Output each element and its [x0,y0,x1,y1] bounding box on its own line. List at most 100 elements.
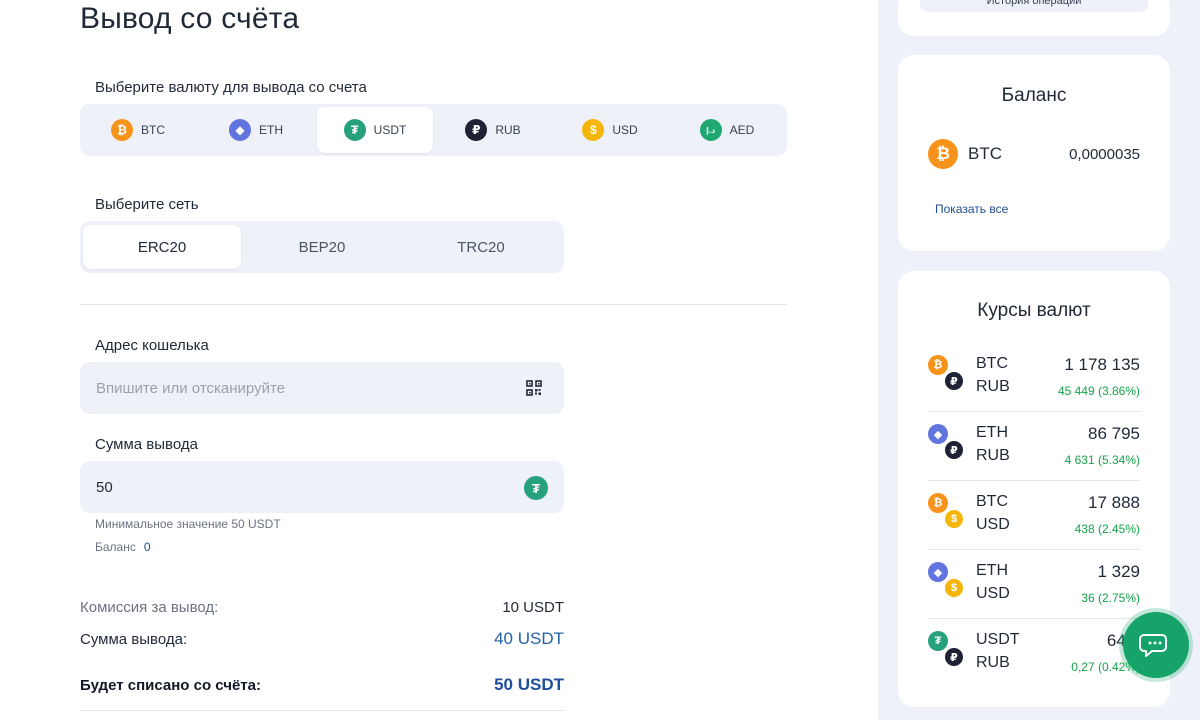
pair-quote: USD [976,585,1010,602]
network-option-trc20[interactable]: TRC20 [402,225,560,269]
pair-names: BTC USD [976,490,1010,536]
pair-base: ETH [976,424,1008,441]
currency-option-eth[interactable]: ◆ ETH [198,107,314,153]
rate-change: 36 (2.75%) [1081,591,1140,605]
ruble-icon: ₽ [944,647,964,667]
pair-quote: RUB [976,447,1010,464]
rate-row-eth-usd: ◆ $ ETH USD 1 329 36 (2.75%) [928,550,1140,619]
currency-option-label: USD [612,123,638,137]
total-row: Будет списано со счёта: 50 USDT [80,675,564,695]
ethereum-icon: ◆ [928,424,948,444]
page-title: Вывод со счёта [80,2,300,35]
bitcoin-icon: ₿ [111,119,133,141]
currency-pair-icons: ◆ ₽ [928,424,968,464]
rate-row-usdt-rub: ₮ ₽ USDT RUB 64,9 0,27 (0.42%) [928,619,1140,688]
currency-option-label: USDT [373,123,407,137]
dollar-icon: $ [944,578,964,598]
wallet-address-label: Адрес кошелька [95,337,209,354]
balance-card-title: Баланс [1001,85,1067,106]
currency-pair-icons: ₿ ₽ [928,355,968,395]
currency-option-label: AED [729,123,755,137]
balance-amount: 0,0000035 [1069,145,1140,163]
balance-currency: BTC [968,144,1002,163]
pair-names: USDT RUB [976,628,1020,674]
pair-quote: RUB [976,378,1010,395]
wallet-address-field [80,362,564,414]
total-label: Будет списано со счёта: [80,677,261,694]
rate-change: 4 631 (5.34%) [1064,453,1140,467]
section-divider [80,304,787,305]
balance-label: Баланс [95,540,136,554]
currency-pair-icons: ₿ $ [928,493,968,533]
dollar-icon: $ [944,509,964,529]
network-option-bep20[interactable]: BEP20 [243,225,401,269]
pair-names: ETH USD [976,559,1010,605]
rate-value: 1 178 135 [1064,355,1140,374]
amount-input[interactable] [80,461,510,513]
bitcoin-icon: ₿ [928,355,948,375]
network-option-erc20[interactable]: ERC20 [83,225,241,269]
history-card: История операций [898,0,1170,36]
currency-option-btc[interactable]: ₿ BTC [80,107,196,153]
rate-row-btc-usd: ₿ $ BTC USD 17 888 438 (2.45%) [928,481,1140,550]
balance-card: Баланс ₿ BTC 0,0000035 Показать все [898,55,1170,251]
currency-option-usdt[interactable]: ₮ USDT [317,107,433,153]
history-button[interactable]: История операций [920,0,1148,12]
withdraw-amount-value: 40 USDT [494,629,564,648]
ruble-icon: ₽ [944,440,964,460]
currency-pair-icons: ₮ ₽ [928,631,968,671]
tether-icon: ₮ [343,119,366,141]
currency-selector: ₿ BTC ◆ ETH ₮ USDT ₽ RUB $ USD د.إ AED [80,104,787,156]
support-chat-button[interactable] [1123,612,1189,678]
tether-icon: ₮ [928,631,948,651]
amount-field: ₮ [80,461,564,513]
currency-select-label: Выберите валюту для вывода со счета [95,79,367,96]
withdraw-amount-label: Сумма вывода: [80,631,188,648]
pair-names: BTC RUB [976,352,1010,398]
ethereum-icon: ◆ [928,562,948,582]
rate-row-btc-rub: ₿ ₽ BTC RUB 1 178 135 45 449 (3.86%) [928,343,1140,412]
total-value: 50 USDT [494,675,564,694]
wallet-address-input[interactable] [80,362,510,414]
bottom-divider [80,710,564,711]
rate-value: 86 795 [1088,424,1140,443]
main-content: Вывод со счёта Выберите валюту для вывод… [0,0,878,720]
pair-quote: USD [976,516,1010,533]
qr-code-icon[interactable] [526,380,542,396]
ruble-icon: ₽ [944,371,964,391]
bitcoin-icon: ₿ [928,139,958,169]
fee-value: 10 USDT [502,599,564,616]
tether-icon: ₮ [524,476,548,500]
currency-option-usd[interactable]: $ USD [552,107,668,153]
ruble-icon: ₽ [465,119,488,141]
network-selector: ERC20 BEP20 TRC20 [80,221,564,273]
pair-base: ETH [976,562,1008,579]
pair-base: BTC [976,355,1008,372]
pair-quote: RUB [976,654,1010,671]
ethereum-icon: ◆ [229,119,251,141]
pair-base: BTC [976,493,1008,510]
currency-option-label: ETH [259,123,283,137]
currency-option-aed[interactable]: د.إ AED [669,107,785,153]
rate-row-eth-rub: ◆ ₽ ETH RUB 86 795 4 631 (5.34%) [928,412,1140,481]
balance-value[interactable]: 0 [144,540,151,554]
rates-card-title: Курсы валют [977,300,1091,321]
balance-row: ₿ BTC 0,0000035 [928,139,1140,169]
rate-value: 1 329 [1097,562,1140,581]
available-balance: Баланс 0 [95,540,151,554]
fee-label: Комиссия за вывод: [80,599,219,616]
show-all-link[interactable]: Показать все [935,202,1008,216]
pair-names: ETH RUB [976,421,1010,467]
currency-option-rub[interactable]: ₽ RUB [435,107,551,153]
rate-change: 438 (2.45%) [1074,522,1140,536]
rate-value: 17 888 [1088,493,1140,512]
currency-option-label: RUB [495,123,521,137]
pair-base: USDT [976,631,1020,648]
amount-label: Сумма вывода [95,436,198,453]
rate-change: 45 449 (3.86%) [1057,384,1140,398]
dirham-icon: د.إ [699,119,722,141]
chat-bubble-icon [1139,634,1167,657]
currency-option-label: BTC [141,123,165,137]
bitcoin-icon: ₿ [928,493,948,513]
min-amount-hint: Минимальное значение 50 USDT [95,517,281,531]
